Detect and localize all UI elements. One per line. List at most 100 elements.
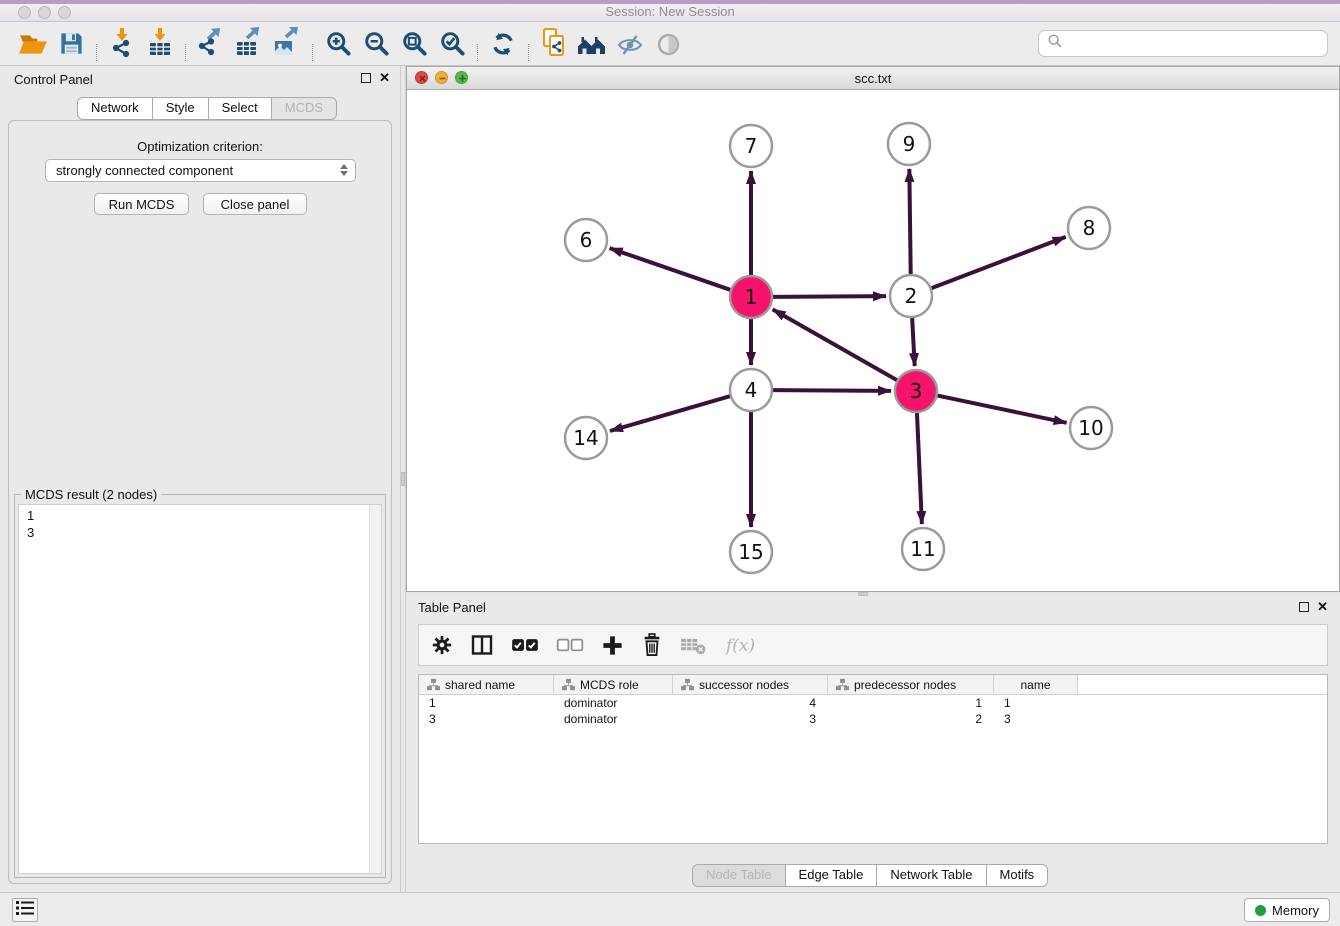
- edge-4-14[interactable]: [610, 396, 730, 431]
- cell-name[interactable]: 1: [994, 695, 1078, 711]
- delete-column-icon[interactable]: [641, 633, 663, 657]
- svg-text:f(x): f(x): [724, 636, 755, 656]
- control-panel-title: Control Panel: [14, 72, 93, 87]
- toolbar-separator: [528, 44, 529, 61]
- run-mcds-button[interactable]: Run MCDS: [94, 193, 189, 215]
- zoom-in-icon[interactable]: [319, 25, 357, 63]
- network-canvas[interactable]: 7968124314101511: [407, 90, 1339, 591]
- cell-MCDS-role[interactable]: dominator: [554, 695, 673, 711]
- tab-network-table[interactable]: Network Table: [876, 864, 986, 887]
- node-label-14: 14: [573, 426, 598, 450]
- title-bar: Session: New Session: [0, 0, 1340, 22]
- edge-3-1[interactable]: [773, 309, 897, 380]
- tab-mcds[interactable]: MCDS: [271, 97, 337, 120]
- optimization-criterion-select[interactable]: strongly connected component: [45, 159, 356, 182]
- application-window: Session: New Session Control Panel ✕ Net…: [0, 0, 1340, 926]
- tab-motifs[interactable]: Motifs: [986, 864, 1049, 887]
- table-row[interactable]: 3dominator323: [419, 711, 1327, 727]
- home-icon[interactable]: [573, 26, 611, 64]
- edge-2-9[interactable]: [909, 169, 910, 274]
- select-all-columns-icon[interactable]: [511, 638, 539, 653]
- memory-button[interactable]: Memory: [1244, 898, 1330, 922]
- cell-successor-nodes[interactable]: 4: [673, 695, 828, 711]
- refresh-icon[interactable]: [484, 25, 522, 63]
- column-header-successor-nodes[interactable]: successor nodes: [673, 675, 828, 694]
- column-header-name[interactable]: name: [994, 675, 1078, 694]
- node-table[interactable]: shared name MCDS role successor nodesprede…: [418, 674, 1328, 844]
- cell-predecessor-nodes[interactable]: 1: [828, 695, 994, 711]
- node-label-8: 8: [1083, 216, 1096, 240]
- column-header-shared-name[interactable]: shared name: [419, 675, 554, 694]
- zoom-fit-icon[interactable]: [395, 25, 433, 63]
- node-label-4: 4: [745, 378, 758, 402]
- table-header-row: shared name MCDS role successor nodesprede…: [419, 675, 1327, 695]
- hierarchy-icon: [681, 678, 694, 691]
- close-panel-icon[interactable]: ✕: [379, 73, 390, 83]
- function-builder-icon: f(x): [724, 633, 760, 657]
- edge-2-8[interactable]: [932, 237, 1066, 288]
- mcds-result-list[interactable]: 13: [18, 504, 382, 874]
- show-columns-icon[interactable]: [470, 633, 494, 657]
- table-panel-title: Table Panel: [418, 600, 486, 615]
- list-icon: [15, 899, 35, 922]
- table-settings-icon[interactable]: [431, 634, 453, 656]
- column-header-MCDS-role[interactable]: MCDS role: [554, 675, 673, 694]
- float-panel-icon[interactable]: [1299, 602, 1309, 612]
- zoom-selected-icon[interactable]: [433, 25, 471, 63]
- deselect-all-columns-icon[interactable]: [556, 638, 584, 653]
- import-table-icon[interactable]: [141, 23, 179, 61]
- eye-icon[interactable]: [649, 26, 687, 64]
- task-history-button[interactable]: [12, 898, 38, 922]
- column-label: name: [1020, 678, 1050, 692]
- import-network-icon[interactable]: [103, 23, 141, 61]
- network-window-title: scc.txt: [407, 71, 1339, 86]
- mcds-result-group: MCDS result (2 nodes) 13: [14, 494, 386, 878]
- tab-network[interactable]: Network: [77, 97, 153, 120]
- toolbar-separator: [477, 44, 478, 61]
- main-toolbar: [0, 22, 1340, 66]
- result-scrollbar[interactable]: [369, 505, 381, 873]
- column-label: MCDS role: [580, 678, 639, 692]
- tab-node-table[interactable]: Node Table: [692, 864, 786, 887]
- tab-edge-table[interactable]: Edge Table: [785, 864, 878, 887]
- edge-1-2[interactable]: [773, 296, 886, 297]
- cell-MCDS-role[interactable]: dominator: [554, 711, 673, 727]
- cell-name[interactable]: 3: [994, 711, 1078, 727]
- edge-2-3[interactable]: [912, 318, 915, 366]
- zoom-out-icon[interactable]: [357, 25, 395, 63]
- export-image-icon[interactable]: [268, 23, 306, 61]
- cell-shared-name[interactable]: 3: [419, 711, 554, 727]
- add-column-icon[interactable]: [601, 634, 624, 657]
- tab-select[interactable]: Select: [208, 97, 272, 120]
- save-session-icon[interactable]: [52, 25, 90, 63]
- float-panel-icon[interactable]: [361, 73, 371, 83]
- export-network-icon[interactable]: [192, 23, 230, 61]
- cell-predecessor-nodes[interactable]: 2: [828, 711, 994, 727]
- network-graph[interactable]: 7968124314101511: [407, 90, 1339, 591]
- column-header-predecessor-nodes[interactable]: predecessor nodes: [828, 675, 994, 694]
- status-bar: Memory: [0, 892, 1340, 926]
- cell-shared-name[interactable]: 1: [419, 695, 554, 711]
- table-row[interactable]: 1dominator411: [419, 695, 1327, 711]
- control-panel-tabs: NetworkStyleSelectMCDS: [77, 97, 337, 120]
- close-panel-icon[interactable]: ✕: [1317, 602, 1328, 612]
- splitter-grip[interactable]: [401, 472, 405, 486]
- open-session-icon[interactable]: [14, 25, 52, 63]
- clone-network-icon[interactable]: [535, 23, 573, 61]
- close-panel-button[interactable]: Close panel: [203, 193, 307, 215]
- edge-1-6[interactable]: [610, 248, 731, 290]
- control-panel: Control Panel ✕ NetworkStyleSelectMCDS O…: [0, 66, 400, 892]
- edge-3-11[interactable]: [917, 413, 922, 524]
- memory-label: Memory: [1272, 903, 1319, 918]
- eye-slash-icon[interactable]: [611, 26, 649, 64]
- edge-3-10[interactable]: [938, 396, 1067, 423]
- edge-4-3[interactable]: [773, 390, 891, 391]
- tab-style[interactable]: Style: [152, 97, 209, 120]
- export-table-icon[interactable]: [230, 23, 268, 61]
- search-input[interactable]: [1038, 30, 1328, 57]
- memory-status-dot: [1255, 905, 1266, 916]
- search-field[interactable]: [1069, 36, 1327, 51]
- cell-successor-nodes[interactable]: 3: [673, 711, 828, 727]
- optimization-criterion-label: Optimization criterion:: [0, 139, 400, 154]
- table-toolbar: f(x): [418, 624, 1328, 666]
